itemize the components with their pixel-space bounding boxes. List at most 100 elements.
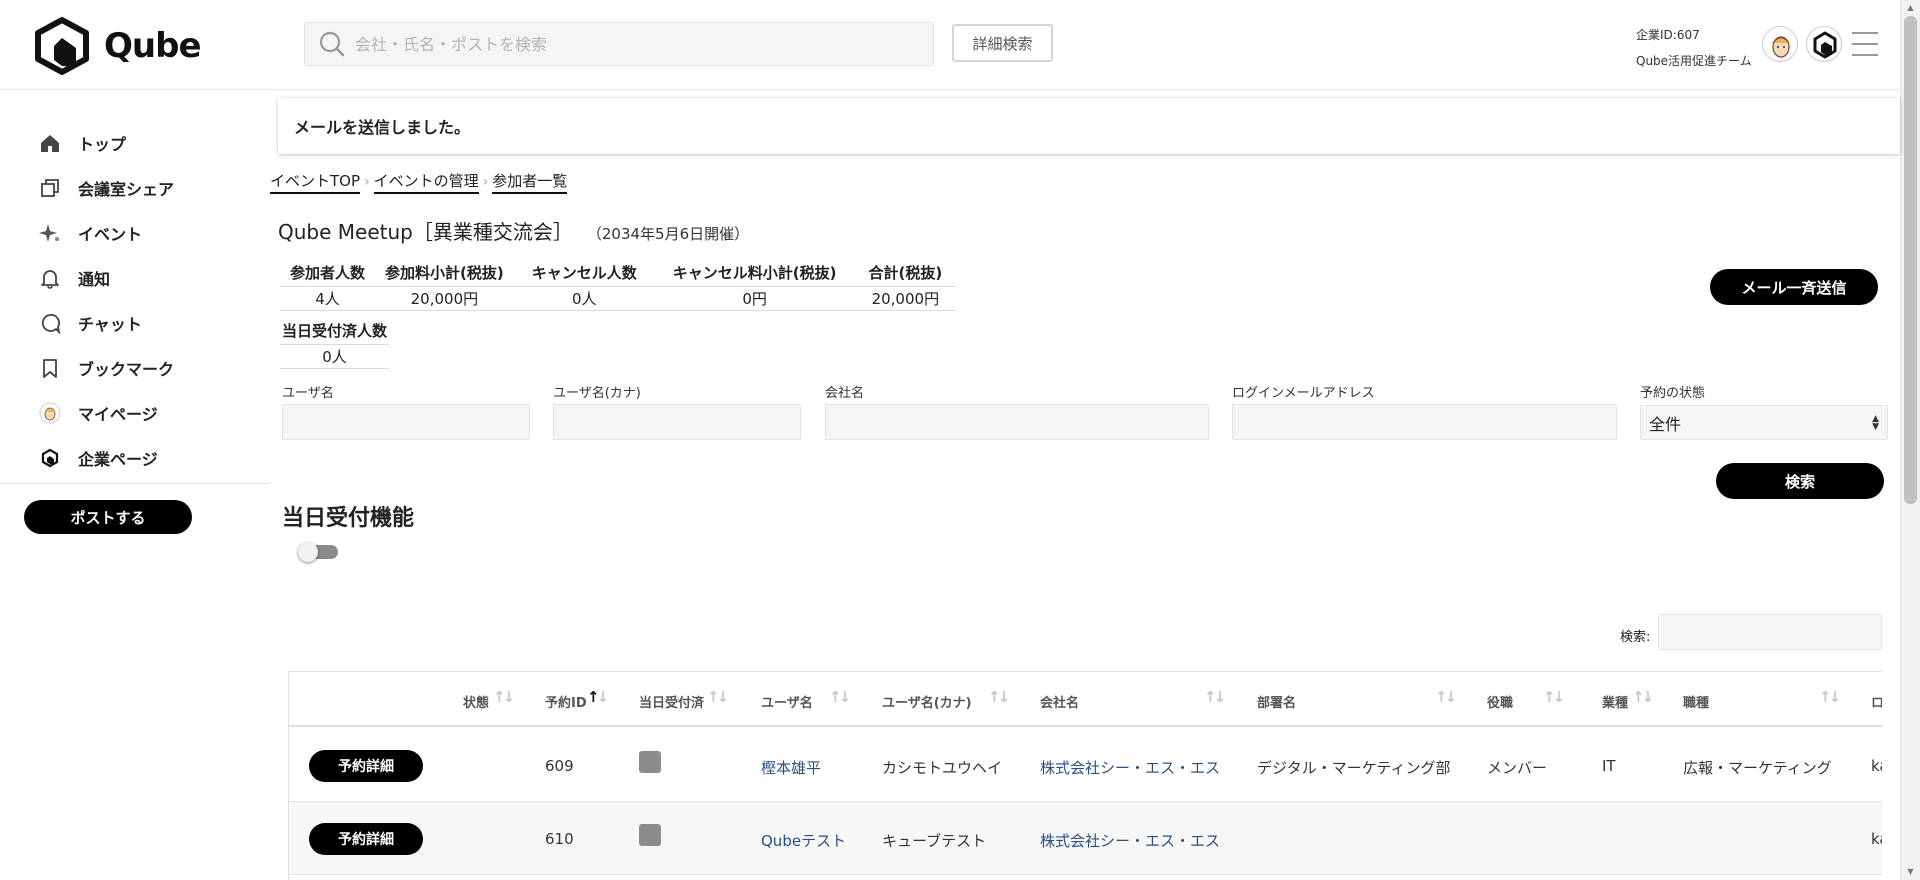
summary-table: 参加者人数 参加料小計(税抜) キャンセル人数 キャンセル料小計(税抜) 合計(… bbox=[280, 260, 957, 311]
checkin-summary-table: 当日受付済人数 0人 bbox=[280, 318, 390, 369]
sidebar-item-label: マイページ bbox=[78, 405, 158, 424]
sidebar-item-bookmark[interactable]: ブックマーク bbox=[38, 353, 174, 383]
cell-company-link[interactable]: 株式会社シー・エス・エス bbox=[1040, 830, 1220, 851]
cell-occupation: 広報・マーケティング bbox=[1683, 759, 1832, 777]
sort-icon[interactable]: ↑↓ bbox=[1204, 688, 1226, 706]
company-name-input[interactable] bbox=[825, 404, 1209, 440]
column-header-company[interactable]: 会社名 bbox=[1040, 692, 1079, 711]
company-logo-icon bbox=[38, 446, 62, 470]
sidebar-item-top[interactable]: トップ bbox=[38, 128, 126, 158]
column-header-position[interactable]: 役職 bbox=[1487, 692, 1513, 711]
cell-user-name-link[interactable]: Qubeテスト bbox=[761, 830, 846, 851]
user-name-kana-input[interactable] bbox=[553, 404, 801, 440]
reservation-status-value: 全件 bbox=[1649, 414, 1682, 434]
user-avatar[interactable] bbox=[1762, 26, 1798, 62]
search-button[interactable]: 検索 bbox=[1716, 463, 1884, 499]
event-title: Qube Meetup［異業種交流会］ bbox=[278, 220, 573, 244]
summary-header: 合計(税抜) bbox=[854, 260, 957, 287]
cell-reservation-id: 609 bbox=[545, 757, 574, 775]
room-share-icon bbox=[38, 176, 62, 200]
scroll-down-arrow[interactable]: ▼ bbox=[1901, 864, 1920, 880]
cell-user-name-link[interactable]: 樫本雄平 bbox=[761, 757, 821, 778]
company-id: 企業ID:607 bbox=[1636, 28, 1700, 42]
table-row: 予約詳細 609 樫本雄平 カシモトユウヘイ 株式会社シー・エス・エス デジタル… bbox=[289, 729, 1882, 802]
sidebar-item-company-page[interactable]: 企業ページ bbox=[38, 443, 158, 473]
menu-icon[interactable] bbox=[1852, 32, 1878, 56]
cell-company-link[interactable]: 株式会社シー・エス・エス bbox=[1040, 757, 1220, 778]
sidebar-item-room-share[interactable]: 会議室シェア bbox=[38, 173, 174, 203]
scroll-up-arrow[interactable]: ▲ bbox=[1901, 0, 1920, 16]
reservation-status-select[interactable]: 全件 ▲ ▼ bbox=[1640, 405, 1888, 440]
sort-icon[interactable]: ↑↓ bbox=[1819, 688, 1841, 706]
sidebar-item-mypage[interactable]: マイページ bbox=[38, 398, 158, 428]
column-header-user-name-kana[interactable]: ユーザ名(カナ) bbox=[882, 692, 972, 711]
checkin-count-header: 当日受付済人数 bbox=[280, 318, 390, 345]
header: Qube 詳細検索 企業ID:607 Qube活用促進チーム bbox=[0, 0, 1900, 90]
column-header-checked-in[interactable]: 当日受付済 bbox=[639, 692, 704, 711]
breadcrumb-event-top[interactable]: イベントTOP bbox=[270, 170, 361, 194]
sidebar-item-chat[interactable]: チャット bbox=[38, 308, 142, 338]
sort-icon[interactable]: ↑↓ bbox=[988, 688, 1010, 706]
sort-icon[interactable]: ↑↓ bbox=[493, 688, 515, 706]
team-name: Qube活用促進チーム bbox=[1636, 54, 1752, 68]
advanced-search-button[interactable]: 詳細検索 bbox=[952, 24, 1053, 62]
filter-label-user-name-kana: ユーザ名(カナ) bbox=[553, 386, 641, 401]
cell-position: メンバー bbox=[1487, 759, 1548, 777]
sidebar-item-event[interactable]: イベント bbox=[38, 218, 142, 248]
global-search-input[interactable] bbox=[355, 34, 895, 54]
sort-icon[interactable]: ↑↓ bbox=[1543, 688, 1565, 706]
sidebar-item-label: イベント bbox=[78, 225, 143, 244]
user-name-input[interactable] bbox=[282, 404, 530, 440]
summary-header: キャンセル料小計(税抜) bbox=[654, 260, 855, 287]
select-arrows-icon: ▲ ▼ bbox=[1872, 414, 1879, 432]
sparkle-icon bbox=[38, 221, 62, 245]
column-header-occupation[interactable]: 職種 bbox=[1683, 692, 1709, 711]
search-icon bbox=[319, 31, 345, 57]
sort-icon[interactable]: ↑↓ bbox=[829, 688, 851, 706]
checked-in-checkbox[interactable] bbox=[639, 751, 661, 773]
column-header-reservation-id[interactable]: 予約ID bbox=[545, 692, 587, 711]
page-scrollbar[interactable]: ▲ ▼ bbox=[1900, 0, 1920, 880]
home-icon bbox=[38, 131, 62, 155]
checkin-count-value: 0人 bbox=[280, 344, 390, 369]
sidebar: トップ 会議室シェア イベント 通知 チャット ブックマーク マイページ 企業ペ… bbox=[0, 90, 270, 880]
sort-icon[interactable]: ↑↓ bbox=[707, 688, 729, 706]
cell-login: ka bbox=[1871, 830, 1882, 848]
login-email-input[interactable] bbox=[1232, 404, 1617, 440]
sort-asc-icon[interactable]: ↑↓ bbox=[587, 688, 609, 706]
page-title: Qube Meetup［異業種交流会］ （2034年5月6日開催） bbox=[278, 216, 749, 245]
checked-in-checkbox[interactable] bbox=[639, 824, 661, 846]
sidebar-item-label: 企業ページ bbox=[78, 450, 158, 469]
column-header-department[interactable]: 部署名 bbox=[1257, 692, 1296, 711]
qube-logo-icon bbox=[35, 17, 89, 75]
checkin-feature-toggle[interactable] bbox=[298, 542, 340, 562]
breadcrumb-event-manage[interactable]: イベントの管理 bbox=[373, 170, 479, 194]
column-header-status[interactable]: 状態 bbox=[463, 692, 489, 711]
cell-industry: IT bbox=[1602, 757, 1616, 775]
column-header-industry[interactable]: 業種 bbox=[1602, 692, 1628, 711]
cell-user-name-kana: カシモトユウヘイ bbox=[882, 759, 1003, 777]
summary-value: 20,000円 bbox=[854, 286, 957, 311]
qube-logo[interactable]: Qube bbox=[32, 16, 202, 76]
sidebar-item-notification[interactable]: 通知 bbox=[38, 263, 110, 293]
table-search-label: 検索: bbox=[1620, 630, 1651, 645]
column-header-user-name[interactable]: ユーザ名 bbox=[761, 692, 813, 711]
checkin-feature-title: 当日受付機能 bbox=[282, 506, 415, 531]
mail-all-button[interactable]: メール一斉送信 bbox=[1710, 269, 1878, 305]
toast-message: メールを送信しました。 bbox=[278, 98, 1900, 154]
global-search[interactable] bbox=[304, 22, 934, 66]
breadcrumb: イベントTOP › イベントの管理 › 参加者一覧 bbox=[270, 170, 568, 194]
sort-icon[interactable]: ↑↓ bbox=[1435, 688, 1457, 706]
sidebar-item-label: 会議室シェア bbox=[78, 180, 175, 199]
reservation-detail-button[interactable]: 予約詳細 bbox=[309, 823, 423, 855]
sort-icon[interactable]: ↑↓ bbox=[1632, 688, 1654, 706]
summary-value: 4人 bbox=[280, 286, 376, 311]
company-avatar[interactable] bbox=[1806, 26, 1842, 62]
post-button[interactable]: ポストする bbox=[24, 500, 192, 534]
breadcrumb-participants[interactable]: 参加者一覧 bbox=[492, 170, 568, 194]
table-search-input[interactable] bbox=[1658, 614, 1882, 650]
reservation-detail-button[interactable]: 予約詳細 bbox=[309, 750, 423, 782]
chat-icon bbox=[38, 311, 62, 335]
scroll-thumb[interactable] bbox=[1904, 16, 1917, 504]
column-header-login[interactable]: ロ bbox=[1871, 692, 1882, 711]
